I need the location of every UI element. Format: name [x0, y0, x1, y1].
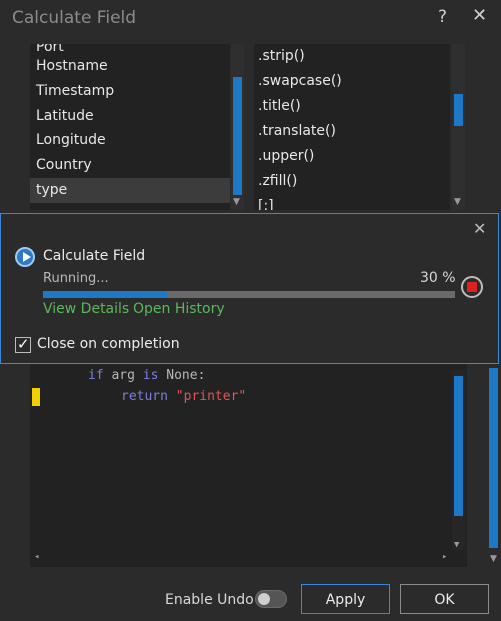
function-item[interactable]: .zfill() [254, 169, 450, 194]
code-scrollbar[interactable]: ▼ [452, 370, 465, 550]
functions-list: .strip() .swapcase() .title() .translate… [254, 44, 450, 210]
ok-button[interactable]: OK [400, 584, 489, 614]
progress-bar-fill [43, 291, 167, 298]
progress-title: Calculate Field [43, 248, 146, 264]
scroll-down-arrow-icon[interactable]: ▼ [454, 197, 461, 207]
code-keyword: return [121, 389, 168, 404]
code-text: None: [158, 368, 206, 383]
field-item[interactable]: Port [30, 44, 230, 54]
close-on-completion-label: Close on completion [37, 336, 180, 352]
function-item[interactable]: .strip() [254, 44, 450, 69]
window-title: Calculate Field [12, 8, 137, 28]
code-keyword: is [142, 368, 159, 383]
enable-undo-toggle[interactable] [255, 590, 287, 608]
fields-scrollbar-thumb[interactable] [233, 77, 242, 195]
scroll-left-arrow-icon[interactable]: ◂ [34, 552, 39, 562]
code-block-editor[interactable]: if arg is None: return "printer" ▼ ◂ ▸ [30, 364, 467, 567]
progress-status: Running... [43, 271, 109, 286]
code-keyword: if [88, 368, 104, 383]
functions-scrollbar-thumb[interactable] [454, 94, 463, 126]
help-icon[interactable]: ? [438, 7, 447, 27]
field-item[interactable]: Country [30, 153, 230, 178]
scroll-down-arrow-icon[interactable]: ▼ [454, 540, 459, 550]
enable-undo-label: Enable Undo [165, 592, 254, 608]
close-on-completion-checkbox[interactable] [15, 335, 31, 353]
fields-scrollbar[interactable]: ▼ [231, 44, 244, 210]
code-string: "printer" [175, 389, 247, 404]
scroll-down-arrow-icon[interactable]: ▼ [490, 554, 497, 564]
code-line: if arg is None: [88, 368, 205, 383]
dialog-scrollbar-thumb[interactable] [489, 368, 498, 548]
fields-list: Port Hostname Timestamp Latitude Longitu… [30, 44, 230, 210]
function-item[interactable]: .translate() [254, 119, 450, 144]
stop-button[interactable] [461, 276, 483, 298]
function-item[interactable]: [:] [254, 194, 450, 210]
function-item[interactable]: .upper() [254, 144, 450, 169]
title-bar: Calculate Field ? ✕ [0, 0, 501, 36]
line-marker [32, 388, 40, 406]
field-item-selected[interactable]: type [30, 177, 230, 203]
open-history-link[interactable]: Open History [133, 301, 225, 317]
code-line: return "printer" [121, 389, 246, 404]
field-item[interactable]: Timestamp [30, 79, 230, 104]
progress-bar [43, 291, 455, 298]
function-item[interactable]: .title() [254, 94, 450, 119]
view-details-link[interactable]: View Details [43, 301, 129, 317]
field-item[interactable]: Hostname [30, 54, 230, 79]
apply-button[interactable]: Apply [301, 584, 390, 614]
field-item[interactable]: Longitude [30, 128, 230, 153]
scroll-down-arrow-icon[interactable]: ▼ [233, 197, 240, 207]
code-scrollbar-thumb[interactable] [454, 376, 463, 516]
progress-close-icon[interactable]: ✕ [473, 219, 486, 238]
function-item[interactable]: .swapcase() [254, 69, 450, 94]
scroll-right-arrow-icon[interactable]: ▸ [442, 552, 447, 562]
functions-scrollbar[interactable]: ▼ [452, 44, 465, 210]
progress-panel: ✕ Calculate Field Running... 30 % View D… [0, 213, 499, 364]
field-item[interactable]: Latitude [30, 104, 230, 129]
code-text: arg [103, 368, 143, 383]
close-icon[interactable]: ✕ [472, 5, 487, 26]
play-icon [15, 247, 35, 267]
calculate-field-window: Calculate Field ? ✕ Port Hostname Timest… [0, 0, 501, 621]
progress-percent: 30 % [420, 270, 456, 286]
